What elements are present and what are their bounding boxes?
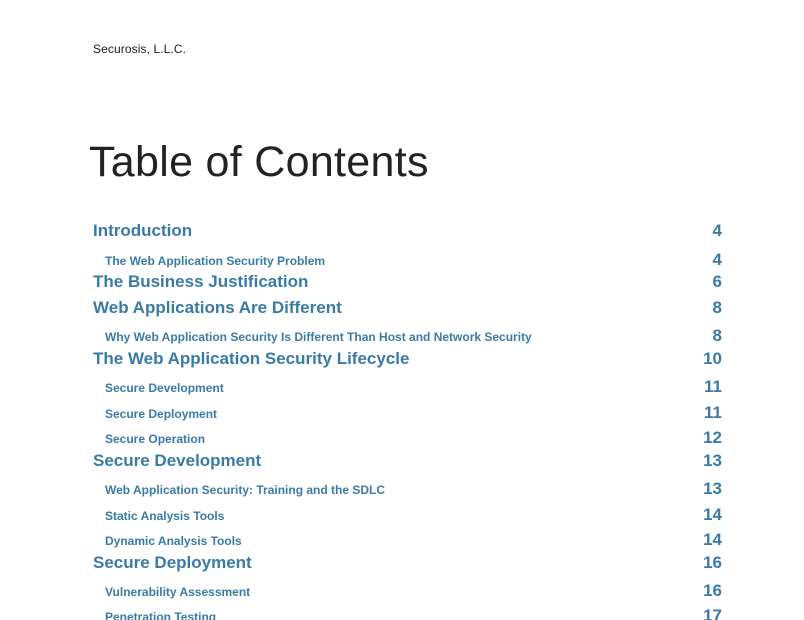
toc-subsection-entry[interactable]: Penetration Testing 17 [93,606,722,620]
toc-subsection-entry[interactable]: Static Analysis Tools 14 [93,505,722,525]
toc-entry-label: Vulnerability Assessment [105,585,251,599]
toc-section-entry[interactable]: The Business Justification 6 [93,272,722,292]
toc-page-number: 11 [704,377,722,396]
toc-subsection-entry[interactable]: Vulnerability Assessment 16 [93,581,722,601]
toc-subsection-entry[interactable]: Secure Development 11 [93,377,722,397]
toc-entry-label: Secure Deployment [105,407,218,421]
toc-entry-label: Web Applications Are Different [93,298,342,317]
toc-page-number: 8 [712,298,722,317]
toc-page-number: 16 [703,553,722,572]
toc-page-number: 13 [703,451,722,470]
toc-entry-label: Introduction [93,221,193,240]
toc-page-number: 14 [703,530,722,549]
toc-entry-label: Web Application Security: Training and t… [105,483,386,497]
toc-subsection-entry[interactable]: Why Web Application Security Is Differen… [93,326,722,346]
toc-entry-label: Secure Deployment [93,553,252,572]
toc-entry-label: The Web Application Security Problem [105,254,326,268]
toc-entry-label: Why Web Application Security Is Differen… [105,330,532,344]
toc-entry-label: The Business Justification [93,272,309,291]
toc-page-number: 10 [703,349,722,368]
toc-page-number: 6 [712,272,722,291]
toc-page-number: 4 [712,250,722,269]
toc-subsection-entry[interactable]: Web Application Security: Training and t… [93,479,722,499]
toc-section-entry[interactable]: Web Applications Are Different 8 [93,298,722,318]
toc-page-number: 8 [712,326,722,345]
toc-entry-label: Penetration Testing [105,610,217,620]
toc-entry-label: Static Analysis Tools [105,509,225,523]
toc-entry-label: Secure Development [93,451,262,470]
table-of-contents: Introduction 4 The Web Application Securit… [0,0,804,620]
toc-section-entry[interactable]: Introduction 4 [93,221,722,241]
toc-subsection-entry[interactable]: The Web Application Security Problem 4 [93,250,722,270]
toc-entry-label: The Web Application Security Lifecycle [93,349,410,368]
toc-subsection-entry[interactable]: Secure Deployment 11 [93,403,722,423]
toc-entry-label: Dynamic Analysis Tools [105,534,242,548]
toc-entry-label: Secure Development [105,381,224,395]
toc-section-entry[interactable]: The Web Application Security Lifecycle 10 [93,349,722,369]
toc-entry-label: Secure Operation [105,432,206,446]
toc-page-number: 12 [703,428,722,447]
toc-page-number: 14 [703,505,722,524]
toc-subsection-entry[interactable]: Secure Operation 12 [93,428,722,448]
toc-page-number: 11 [704,403,722,422]
toc-subsection-entry[interactable]: Dynamic Analysis Tools 14 [93,530,722,550]
toc-page-number: 4 [712,221,722,240]
toc-section-entry[interactable]: Secure Development 13 [93,451,722,471]
toc-page-number: 13 [703,479,722,498]
toc-page-number: 17 [703,606,722,620]
document-page: Securosis, L.L.C. Table of Contents Intr… [0,0,804,620]
toc-section-entry[interactable]: Secure Deployment 16 [93,553,722,573]
toc-page-number: 16 [703,581,722,600]
